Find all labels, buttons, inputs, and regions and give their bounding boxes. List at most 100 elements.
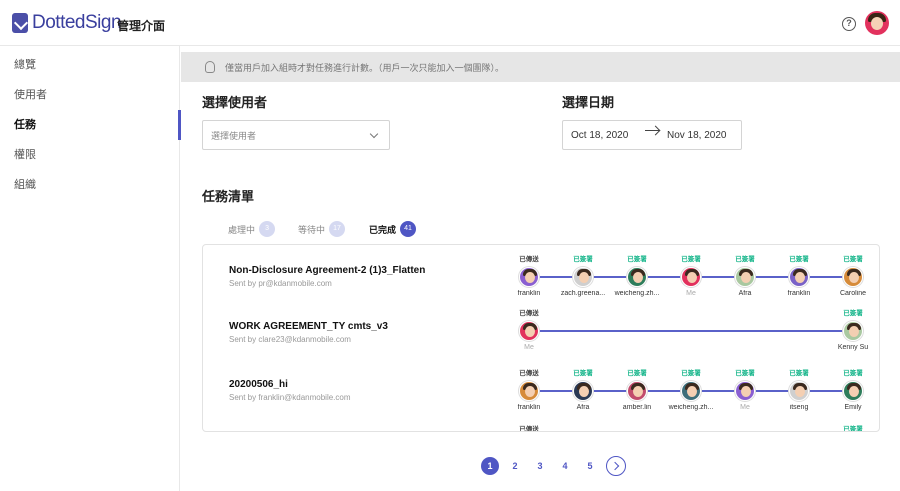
task-row[interactable]: Non-Disclosure Agreement-2 (1)3_Flatten S… (203, 251, 879, 311)
task-row[interactable]: WORK AGREEMENT_TY cmts_v3 Sent by clare23… (203, 305, 879, 365)
next-page-button[interactable] (606, 456, 626, 476)
start-date[interactable]: Oct 18, 2020 (571, 130, 628, 141)
signer-name: franklin (517, 404, 541, 411)
tab-waiting[interactable]: 等待中 17 (298, 221, 346, 237)
signer-status: 已簽署 (573, 370, 593, 377)
signer-name: Me (686, 290, 696, 297)
signer-avatar (681, 267, 701, 287)
sidebar-item-organization[interactable]: 組織 (0, 170, 180, 200)
signer-name: Me (524, 344, 534, 351)
signer-status: 已傳送 (519, 370, 539, 377)
lightbulb-icon (205, 61, 215, 73)
signer-avatar (519, 267, 539, 287)
page-button-4[interactable]: 4 (556, 457, 574, 475)
question-circle-icon[interactable]: ? (842, 17, 856, 31)
signer-node[interactable]: 已簽署 amber.lin (607, 369, 667, 411)
signer-status: 已簽署 (843, 426, 863, 432)
task-sender: Sent by pr@kdanmobile.com (229, 279, 332, 288)
signer-node[interactable]: 已簽署 Me (661, 255, 721, 297)
signer-name: itseng (789, 404, 809, 411)
signer-node[interactable]: 已簽署 franklin (769, 255, 829, 297)
tab-count-badge: 17 (329, 221, 346, 237)
signer-node[interactable]: 已簽署 weicheng.zh... (607, 255, 667, 297)
signer-node[interactable]: 已傳送 (499, 425, 559, 432)
signer-status: 已簽署 (735, 370, 755, 377)
signer-status: 已簽署 (573, 256, 593, 263)
sidebar: 總覽 使用者 任務 權限 組織 (0, 46, 181, 491)
signer-name: Emily (844, 404, 862, 411)
signer-status: 已簽署 (681, 370, 701, 377)
logo-mark-icon (12, 13, 28, 33)
task-list-heading: 任務清單 (202, 189, 255, 204)
signer-node[interactable]: 已簽署 weicheng.zh... (661, 369, 721, 411)
date-select-heading: 選擇日期 (562, 95, 615, 110)
signer-avatar (735, 267, 755, 287)
sidebar-item-permissions[interactable]: 權限 (0, 140, 180, 170)
notice-banner: 僅當用戶加入組時才對任務進行計數。（用戶一次只能加入一個團隊）。 (181, 52, 900, 82)
page-button-1[interactable]: 1 (481, 457, 499, 475)
signer-node[interactable]: 已簽署 Me (715, 369, 775, 411)
signer-name: Afra (738, 290, 752, 297)
logo-text: DottedSign (32, 12, 122, 33)
task-title[interactable]: 20200506_hi (229, 379, 288, 390)
user-select[interactable]: 選擇使用者 (202, 120, 390, 150)
task-sender: Sent by clare23@kdanmobile.com (229, 335, 351, 344)
signer-status: 已簽署 (789, 370, 809, 377)
signer-name: franklin (517, 290, 541, 297)
sidebar-item-tasks[interactable]: 任務 (0, 110, 181, 140)
user-select-heading: 選擇使用者 (202, 95, 268, 110)
signer-node[interactable]: 已簽署 Kenny Su (823, 309, 879, 351)
task-row[interactable]: 已傳送 已簽署 (203, 421, 879, 432)
signer-status: 已簽署 (843, 256, 863, 263)
tab-completed[interactable]: 已完成 41 (369, 221, 417, 237)
dottedsign-logo[interactable]: DottedSign (12, 12, 122, 34)
signer-name: Me (740, 404, 750, 411)
signer-status: 已簽署 (843, 310, 863, 317)
signer-avatar (573, 267, 593, 287)
sidebar-item-users[interactable]: 使用者 (0, 80, 180, 110)
signer-avatar (681, 381, 701, 401)
page-button-5[interactable]: 5 (581, 457, 599, 475)
signer-name: Afra (576, 404, 590, 411)
tab-in-progress[interactable]: 處理中 3 (228, 221, 276, 237)
signer-node[interactable]: 已簽署 Caroline (823, 255, 879, 297)
signer-node[interactable]: 已簽署 zach.greena... (553, 255, 613, 297)
page-button-2[interactable]: 2 (506, 457, 524, 475)
signer-node[interactable]: 已簽署 Afra (553, 369, 613, 411)
task-sender: Sent by franklin@kdanmobile.com (229, 393, 351, 402)
sidebar-item-overview[interactable]: 總覽 (0, 50, 180, 80)
signer-node[interactable]: 已簽署 (823, 425, 879, 432)
date-range-picker[interactable]: Oct 18, 2020 Nov 18, 2020 (562, 120, 742, 150)
arrow-right-icon (645, 130, 659, 132)
signing-progress-line (529, 330, 853, 332)
task-title[interactable]: WORK AGREEMENT_TY cmts_v3 (229, 321, 388, 332)
page-button-3[interactable]: 3 (531, 457, 549, 475)
signer-avatar (627, 381, 647, 401)
signer-node[interactable]: 已簽署 itseng (769, 369, 829, 411)
signer-node[interactable]: 已傳送 franklin (499, 255, 559, 297)
top-bar: DottedSign 管理介面 ? (0, 0, 900, 46)
signer-node[interactable]: 已簽署 Emily (823, 369, 879, 411)
page-title: 管理介面 (117, 19, 166, 33)
signer-node[interactable]: 已簽署 Afra (715, 255, 775, 297)
signer-avatar (627, 267, 647, 287)
signer-avatar (573, 381, 593, 401)
signer-avatar (519, 381, 539, 401)
signer-status: 已傳送 (519, 426, 539, 432)
signer-status: 已簽署 (681, 256, 701, 263)
task-row[interactable]: 20200506_hi Sent by franklin@kdanmobile.c… (203, 365, 879, 425)
user-avatar[interactable] (865, 11, 889, 35)
signer-node[interactable]: 已傳送 franklin (499, 369, 559, 411)
signer-node[interactable]: 已傳送 Me (499, 309, 559, 351)
signer-status: 已簽署 (843, 370, 863, 377)
notice-text: 僅當用戶加入組時才對任務進行計數。（用戶一次只能加入一個團隊）。 (225, 62, 505, 73)
signer-avatar (843, 267, 863, 287)
signer-status: 已傳送 (519, 310, 539, 317)
end-date[interactable]: Nov 18, 2020 (667, 130, 727, 141)
signer-name: zach.greena... (560, 290, 606, 297)
signer-name: franklin (787, 290, 811, 297)
signer-status: 已傳送 (519, 256, 539, 263)
signer-status: 已簽署 (789, 256, 809, 263)
signer-avatar (789, 381, 809, 401)
task-title[interactable]: Non-Disclosure Agreement-2 (1)3_Flatten (229, 265, 425, 276)
